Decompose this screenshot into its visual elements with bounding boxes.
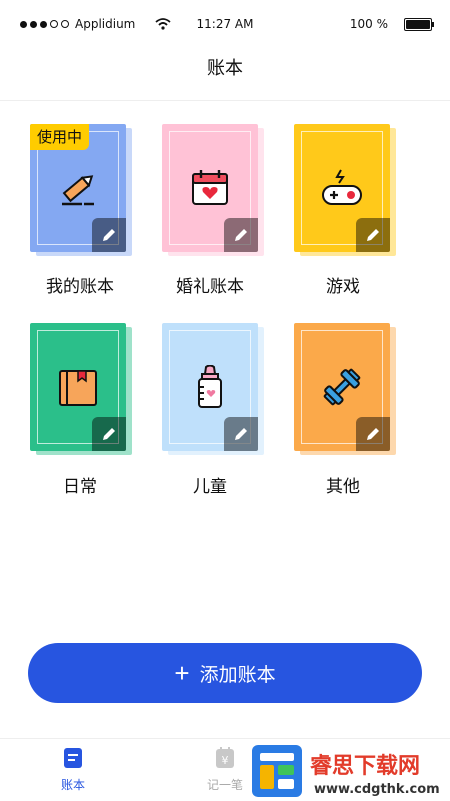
edit-pencil-icon: [235, 229, 247, 241]
tab-books[interactable]: 账本: [33, 747, 113, 793]
edit-book-button[interactable]: [224, 417, 258, 451]
edit-pencil-icon: [103, 428, 115, 440]
edit-book-button[interactable]: [92, 218, 126, 252]
edit-book-button[interactable]: [92, 417, 126, 451]
edit-book-button[interactable]: [224, 218, 258, 252]
battery-group: 100 %: [349, 17, 434, 31]
book-label-wedding: 婚礼账本: [176, 277, 244, 297]
edit-pencil-icon: [367, 428, 379, 440]
record-tab-icon: ¥: [216, 747, 234, 768]
page-title: 账本: [0, 46, 450, 101]
svg-text:¥: ¥: [222, 754, 229, 767]
watermark-text: 睿思下载网: [310, 753, 420, 779]
battery-icon: [404, 17, 434, 31]
edit-pencil-icon: [103, 229, 115, 241]
edit-pencil-icon: [367, 229, 379, 241]
gamepad-icon: [322, 169, 362, 205]
book-tab-icon: [64, 748, 82, 768]
add-book-button[interactable]: + 添加账本: [28, 643, 422, 703]
book-label-daily: 日常: [63, 477, 97, 497]
book-card-daily[interactable]: [30, 323, 132, 455]
book-label-my: 我的账本: [46, 277, 114, 297]
edit-book-button[interactable]: [356, 417, 390, 451]
book-label-kids: 儿童: [193, 477, 227, 497]
book-label-game: 游戏: [326, 277, 360, 297]
book-label-other: 其他: [326, 477, 360, 497]
calendar-heart-icon: [192, 170, 228, 205]
box-icon: [59, 370, 97, 406]
book-card-kids[interactable]: [162, 323, 264, 455]
book-card-other[interactable]: [294, 323, 396, 455]
tab-books-label: 账本: [60, 778, 85, 792]
book-card-game[interactable]: [294, 124, 396, 256]
baby-bottle-icon: [198, 365, 222, 408]
dumbbell-icon: [323, 368, 361, 406]
pencil-icon: [62, 175, 94, 206]
in-use-badge: 使用中: [30, 124, 90, 150]
edit-pencil-icon: [235, 428, 247, 440]
add-book-label: 添加账本: [199, 664, 276, 686]
battery-percent: 100 %: [349, 17, 388, 31]
edit-book-button[interactable]: [356, 218, 390, 252]
status-bar: Applidium 11:27 AM 100 %: [0, 0, 450, 46]
book-card-my[interactable]: 使用中: [30, 124, 132, 256]
watermark-url: www.cdgthk.com: [314, 782, 440, 797]
book-card-wedding[interactable]: [162, 124, 264, 256]
plus-icon: +: [174, 658, 190, 688]
watermark-logo: 睿思下载网 www.cdgthk.com: [252, 745, 440, 797]
